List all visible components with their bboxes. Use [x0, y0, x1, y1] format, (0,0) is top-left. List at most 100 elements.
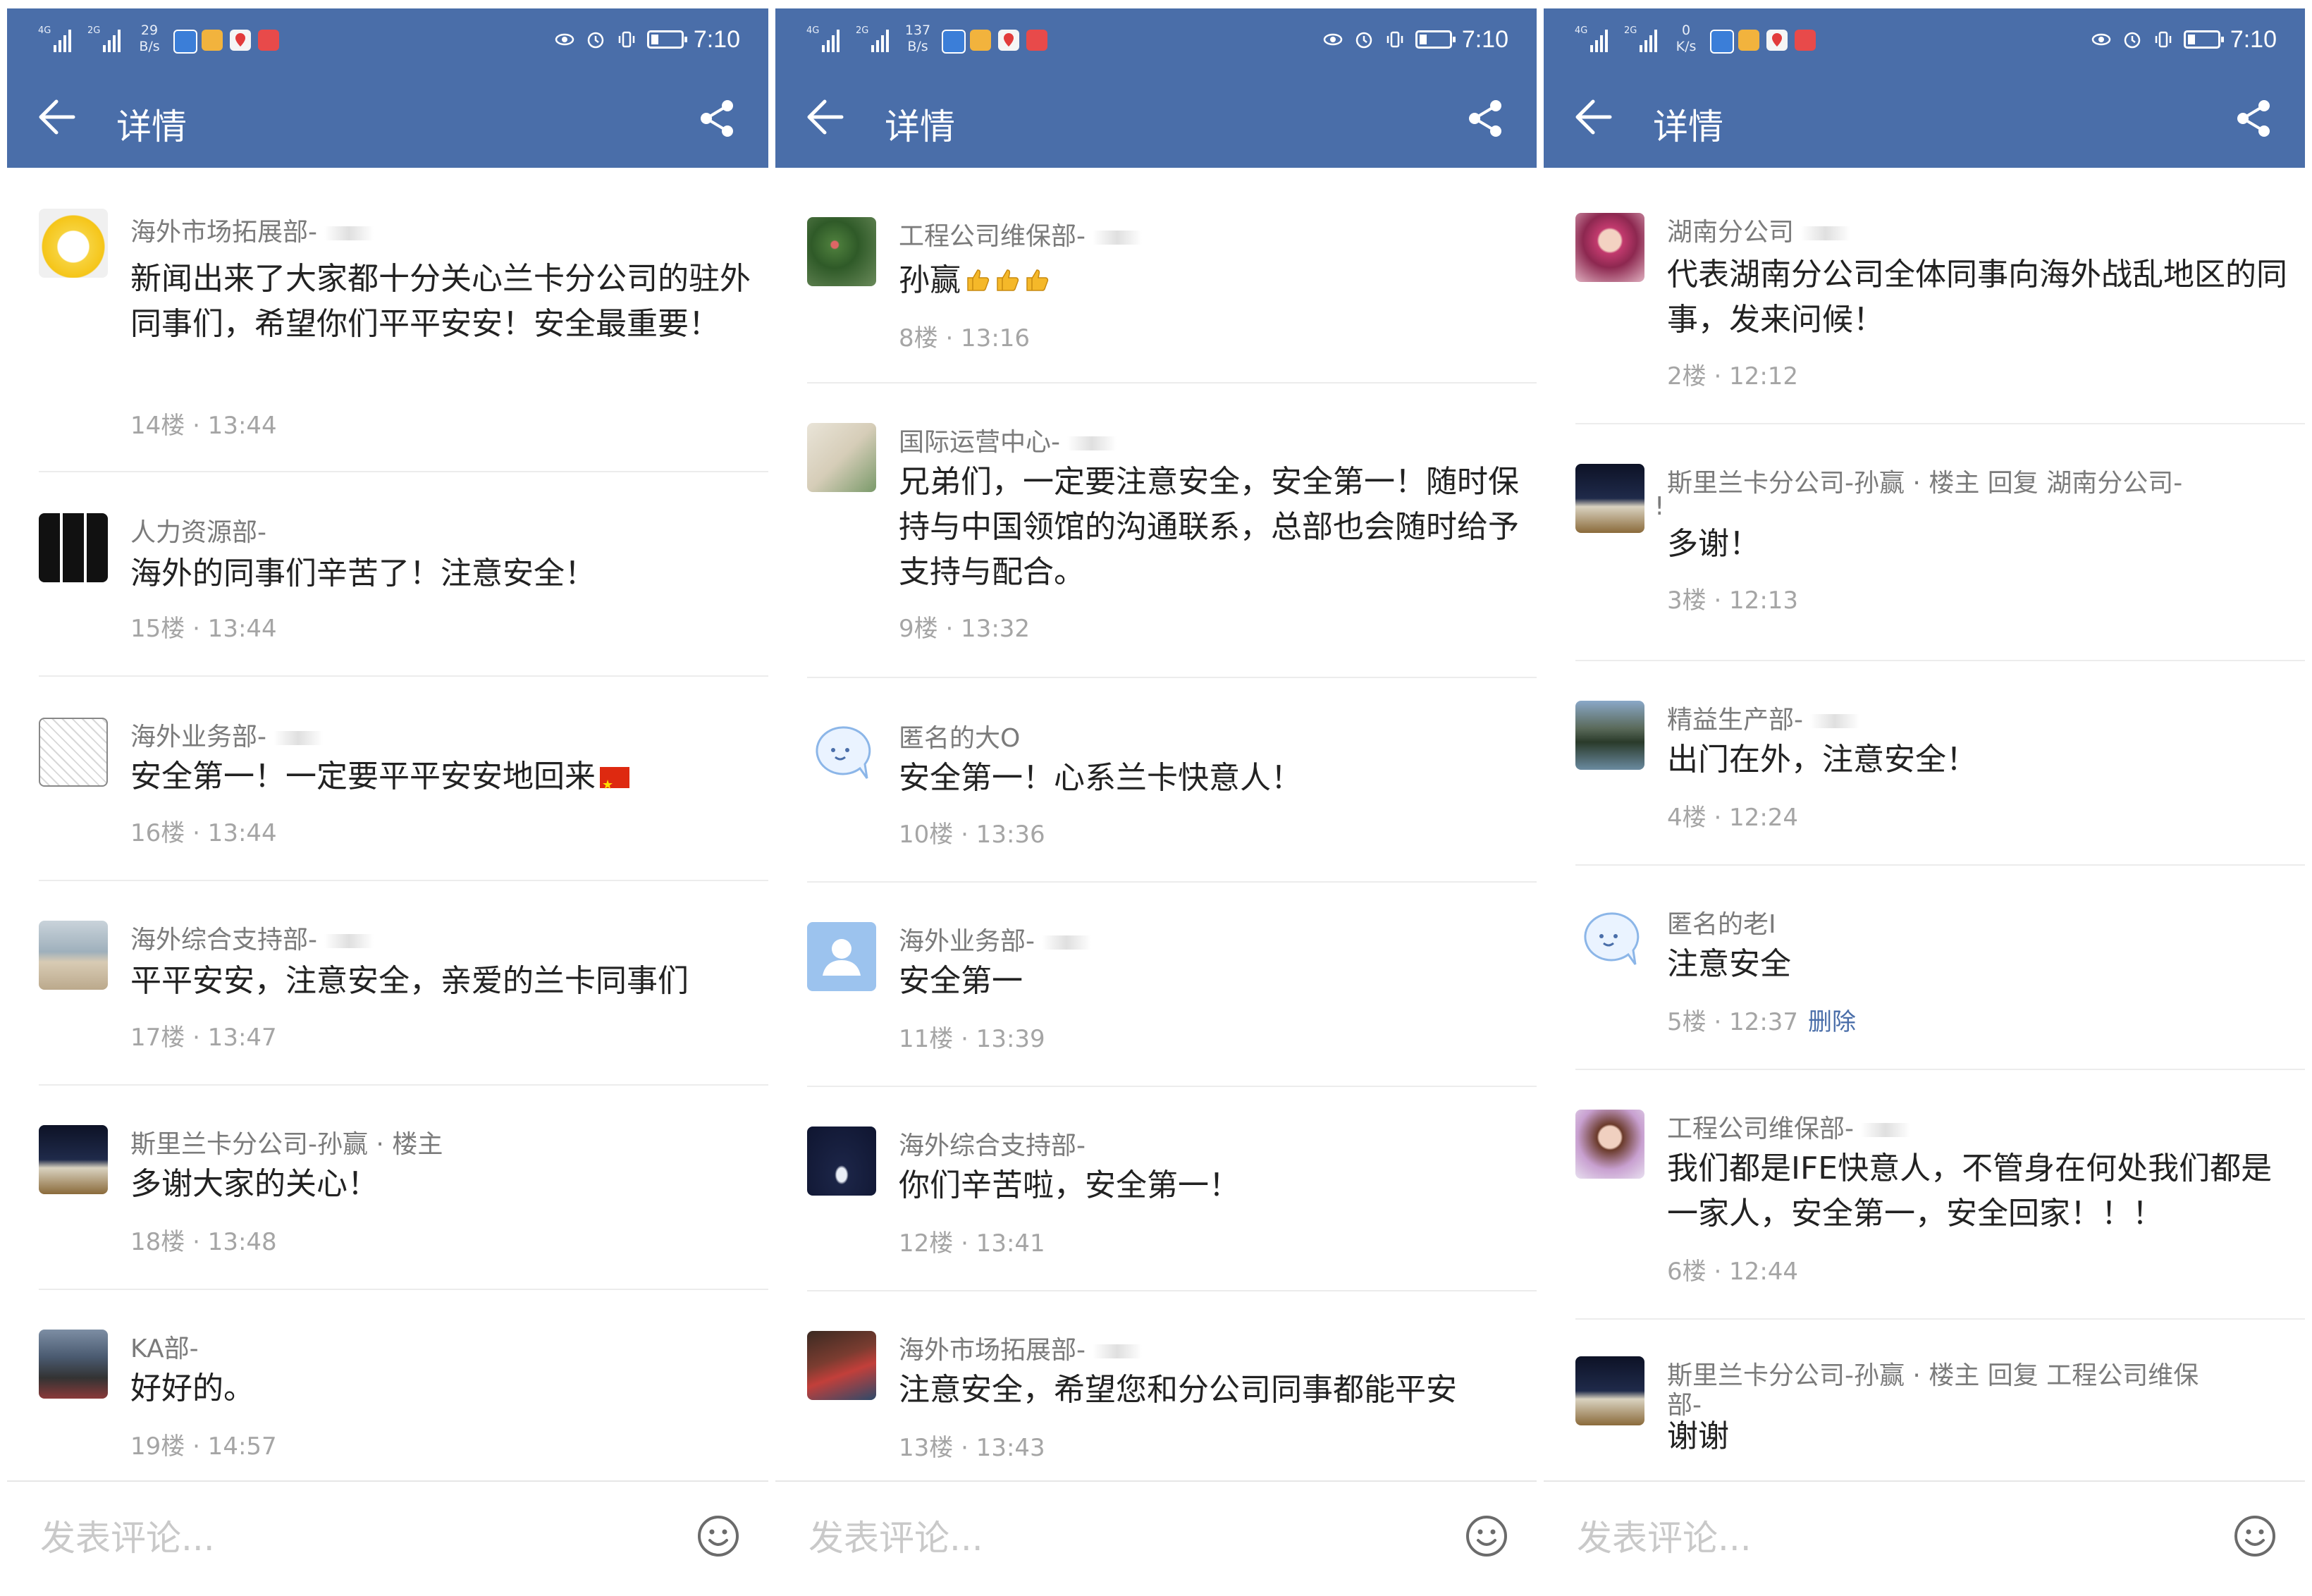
commenter-name[interactable]: 海外业务部-: [899, 921, 1091, 957]
comment-item[interactable]: 国际运营中心- 兄弟们，一定要注意安全，安全第一！随时保持与中国领馆的沟通联系，…: [807, 383, 1537, 678]
comment-list: 海外市场拓展部- 新闻出来了大家都十分关心兰卡分公司的驻外同事们，希望你们平平安…: [7, 168, 768, 1494]
share-icon[interactable]: [2233, 97, 2275, 140]
comment-item[interactable]: KA部- 好好的。 19楼 · 14:57: [39, 1290, 768, 1494]
eye-icon: [1323, 33, 1343, 46]
commenter-name[interactable]: KA部-: [130, 1328, 199, 1365]
commenter-name[interactable]: 海外综合支持部-: [899, 1125, 1086, 1162]
status-bar: 4G 2G 0 K/s 7:10: [1544, 8, 2305, 68]
comment-meta: 13楼 · 13:43: [899, 1434, 1045, 1462]
commenter-name-cont: !: [1654, 492, 1665, 521]
page-title: 详情: [116, 106, 187, 147]
commenter-name[interactable]: 匿名的老I: [1667, 904, 1776, 940]
default-user-avatar[interactable]: [807, 922, 876, 991]
commenter-name[interactable]: 斯里兰卡分公司-孙赢 · 楼主: [130, 1124, 443, 1160]
avatar[interactable]: [1575, 1356, 1644, 1425]
comment-text: 我们都是IFE快意人，不管身在何处我们都是一家人，安全第一，安全回家！！！: [1667, 1150, 2273, 1232]
avatar[interactable]: [807, 1127, 876, 1196]
comment-input[interactable]: [807, 1506, 1409, 1571]
avatar[interactable]: [1575, 464, 1644, 533]
network-speed: 29 B/s: [134, 23, 165, 55]
commenter-name[interactable]: 人力资源部-: [130, 512, 266, 548]
commenter-name[interactable]: 斯里兰卡分公司-孙赢 · 楼主 回复 湖南分公司-: [1667, 462, 2182, 499]
comment-meta: 18楼 · 13:48: [130, 1228, 277, 1256]
speed-unit: B/s: [139, 39, 160, 54]
comment-item[interactable]: 工程公司维保部- 孙赢 8楼 · 13:16: [807, 168, 1537, 383]
commenter-name[interactable]: 斯里兰卡分公司-孙赢 · 楼主 回复 工程公司维保: [1667, 1355, 2199, 1392]
arrow-left-icon[interactable]: [804, 96, 846, 138]
comment-item[interactable]: 精益生产部- 出门在外，注意安全！ 4楼 · 12:24: [1575, 661, 2305, 866]
comment-item[interactable]: 海外综合支持部- 你们辛苦啦，安全第一！ 12楼 · 13:41: [807, 1087, 1537, 1291]
share-icon[interactable]: [696, 97, 739, 140]
comment-item[interactable]: 海外市场拓展部- 新闻出来了大家都十分关心兰卡分公司的驻外同事们，希望你们平平安…: [39, 168, 768, 472]
anonymous-avatar[interactable]: [1575, 905, 1644, 974]
emoji-icon[interactable]: [1465, 1514, 1508, 1558]
thumbs-up-icon: [967, 269, 990, 291]
commenter-name[interactable]: 精益生产部-: [1667, 699, 1859, 736]
comment-item[interactable]: 海外业务部- 安全第一！一定要平平安安地回来 16楼 · 13:44: [39, 677, 768, 881]
avatar[interactable]: [39, 1330, 108, 1399]
commenter-name[interactable]: 湖南分公司: [1667, 211, 1851, 248]
comment-item[interactable]: 斯里兰卡分公司-孙赢 · 楼主 回复 湖南分公司- ! 多谢！ 3楼 · 12:…: [1575, 424, 2305, 661]
commenter-name[interactable]: 工程公司维保部-: [899, 216, 1142, 252]
phone-screen-2: 4G 2G 137 B/s 7:10 详情 工程公司维保部- 孙赢 8楼 · 1…: [775, 0, 1537, 1596]
emoji-icon[interactable]: [2233, 1514, 2277, 1558]
avatar[interactable]: [1575, 213, 1644, 282]
eye-icon: [2091, 33, 2111, 46]
comment-item[interactable]: 人力资源部- 海外的同事们辛苦了！注意安全！ 15楼 · 13:44: [39, 472, 768, 677]
comment-input[interactable]: [39, 1506, 641, 1571]
comment-item[interactable]: 海外市场拓展部- 注意安全，希望您和分公司同事都能平安 13楼 · 13:43: [807, 1291, 1537, 1494]
avatar[interactable]: [807, 1331, 876, 1400]
alarm-icon: [587, 32, 604, 49]
commenter-name[interactable]: 海外综合支持部-: [130, 919, 374, 956]
comment-input-bar: [7, 1480, 768, 1596]
comment-text: 安全第一！心系兰卡快意人！: [899, 760, 1302, 796]
comment-meta: 9楼 · 13:32: [899, 615, 1031, 643]
vibrate-icon: [618, 31, 635, 48]
comment-text: 注意安全: [1667, 946, 1791, 982]
avatar[interactable]: [39, 513, 108, 582]
comment-item[interactable]: 匿名的大O 安全第一！心系兰卡快意人！ 10楼 · 13:36: [807, 678, 1537, 883]
comment-text: 新闻出来了大家都十分关心兰卡分公司的驻外同事们，希望你们平平安安！安全最重要！: [130, 261, 751, 342]
avatar[interactable]: [1575, 701, 1644, 770]
comment-item[interactable]: 斯里兰卡分公司-孙赢 · 楼主 回复 工程公司维保 部- 谢谢: [1575, 1320, 2305, 1475]
avatar[interactable]: [1575, 1110, 1644, 1179]
clock: 7:10: [2230, 25, 2277, 53]
china-flag-icon: [600, 763, 629, 808]
anonymous-avatar[interactable]: [807, 719, 876, 788]
qq-icon: [942, 30, 966, 54]
avatar[interactable]: [39, 718, 108, 787]
commenter-name[interactable]: 海外市场拓展部-: [130, 211, 374, 248]
arrow-left-icon[interactable]: [35, 96, 78, 138]
comment-input[interactable]: [1575, 1506, 2177, 1571]
comment-meta: 5楼 · 12:37 删除: [1667, 1008, 1857, 1036]
avatar[interactable]: [39, 921, 108, 990]
commenter-name[interactable]: 国际运营中心-: [899, 422, 1117, 458]
game-icon: [1738, 30, 1759, 51]
comment-item[interactable]: 湖南分公司 代表湖南分公司全体同事向海外战乱地区的同事，发来问候！ 2楼 · 1…: [1575, 168, 2305, 424]
avatar[interactable]: [39, 209, 108, 278]
thumbs-up-icon: [997, 269, 1019, 291]
share-icon[interactable]: [1465, 97, 1507, 140]
delete-link[interactable]: 删除: [1808, 1008, 1856, 1036]
avatar[interactable]: [807, 423, 876, 492]
comment-item[interactable]: 工程公司维保部- 我们都是IFE快意人，不管身在何处我们都是一家人，安全第一，安…: [1575, 1070, 2305, 1320]
status-icons: 7:10: [1322, 24, 1508, 55]
comment-text: 出门在外，注意安全！: [1667, 742, 1977, 778]
comment-item[interactable]: 海外综合支持部- 平平安安，注意安全，亲爱的兰卡同事们 17楼 · 13:47: [39, 881, 768, 1086]
emoji-icon[interactable]: [696, 1514, 740, 1558]
qq-icon: [173, 30, 197, 54]
avatar[interactable]: [39, 1125, 108, 1194]
comment-text: 安全第一: [899, 963, 1023, 999]
comment-item[interactable]: 匿名的老I 注意安全 5楼 · 12:37 删除: [1575, 866, 2305, 1070]
commenter-name[interactable]: 工程公司维保部-: [1667, 1108, 1910, 1145]
commenter-name[interactable]: 海外市场拓展部-: [899, 1330, 1142, 1366]
network-speed: 0 K/s: [1671, 23, 1702, 55]
comment-item[interactable]: 斯里兰卡分公司-孙赢 · 楼主 多谢大家的关心！ 18楼 · 13:48: [39, 1086, 768, 1290]
comment-item[interactable]: 海外业务部- 安全第一 11楼 · 13:39: [807, 883, 1537, 1087]
commenter-name[interactable]: 海外业务部-: [130, 716, 323, 753]
commenter-name[interactable]: 匿名的大O: [899, 718, 1020, 754]
comment-text: 多谢！: [1667, 526, 1760, 562]
arrow-left-icon[interactable]: [1572, 96, 1614, 138]
app-bar: 4G 2G 29 B/s 7:10 详情: [7, 8, 768, 168]
avatar[interactable]: [807, 217, 876, 286]
